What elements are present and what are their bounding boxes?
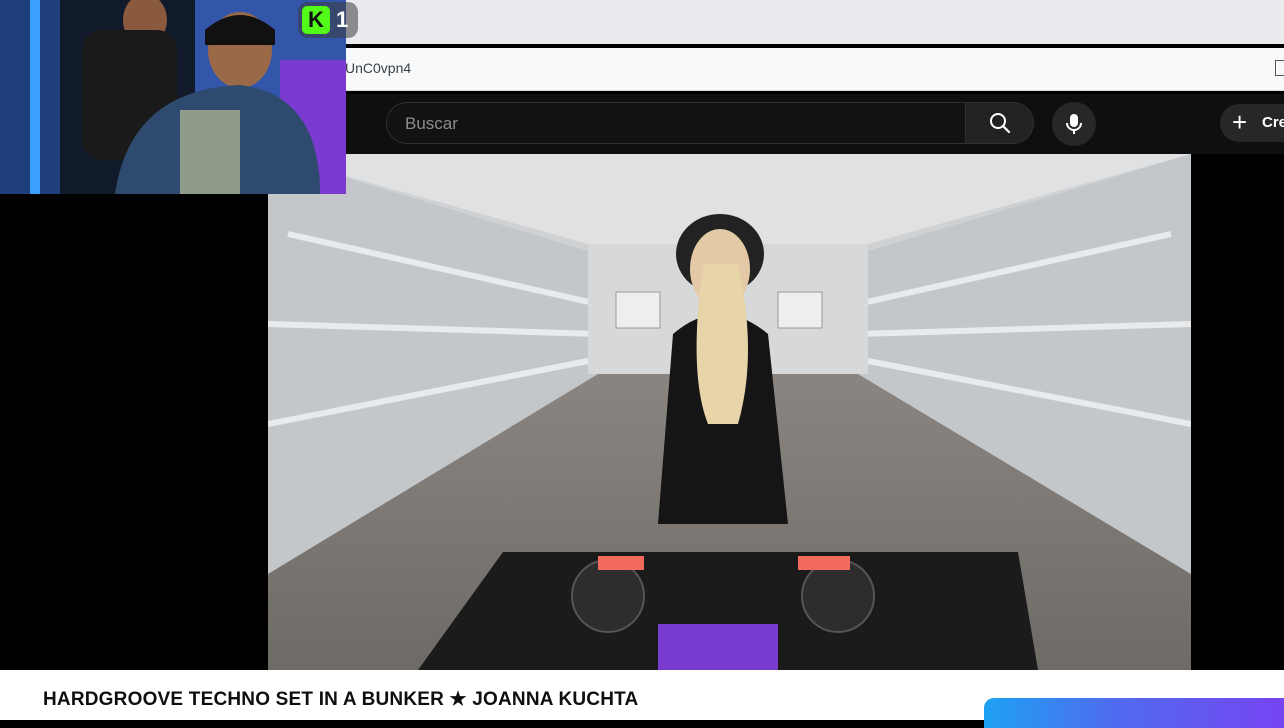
search-placeholder: Buscar xyxy=(405,114,458,133)
webcam-overlay xyxy=(0,0,346,194)
kick-viewer-badge: K 1 xyxy=(298,2,358,38)
webcam-feed xyxy=(0,0,346,194)
viewer-count: 1 xyxy=(336,7,349,32)
kick-logo: K xyxy=(302,6,330,34)
bookmark-icon[interactable] xyxy=(1275,60,1284,76)
voice-search-button[interactable] xyxy=(1052,102,1096,146)
mic-icon xyxy=(1066,114,1082,134)
address-bar-url[interactable]: UnC0vpn4 xyxy=(345,60,411,76)
video-title: HARDGROOVE TECHNO SET IN A BUNKER ★ JOAN… xyxy=(43,689,639,710)
video-scene xyxy=(268,154,1191,670)
search-input[interactable]: Buscar xyxy=(386,102,966,144)
promo-card[interactable] xyxy=(984,698,1284,728)
plus-icon: + xyxy=(1232,107,1248,137)
search-icon xyxy=(989,113,1010,134)
create-label: Cre xyxy=(1262,114,1284,131)
create-button[interactable]: + Cre xyxy=(1220,104,1284,142)
video-frame[interactable] xyxy=(268,154,1191,670)
search-button[interactable] xyxy=(966,102,1034,144)
